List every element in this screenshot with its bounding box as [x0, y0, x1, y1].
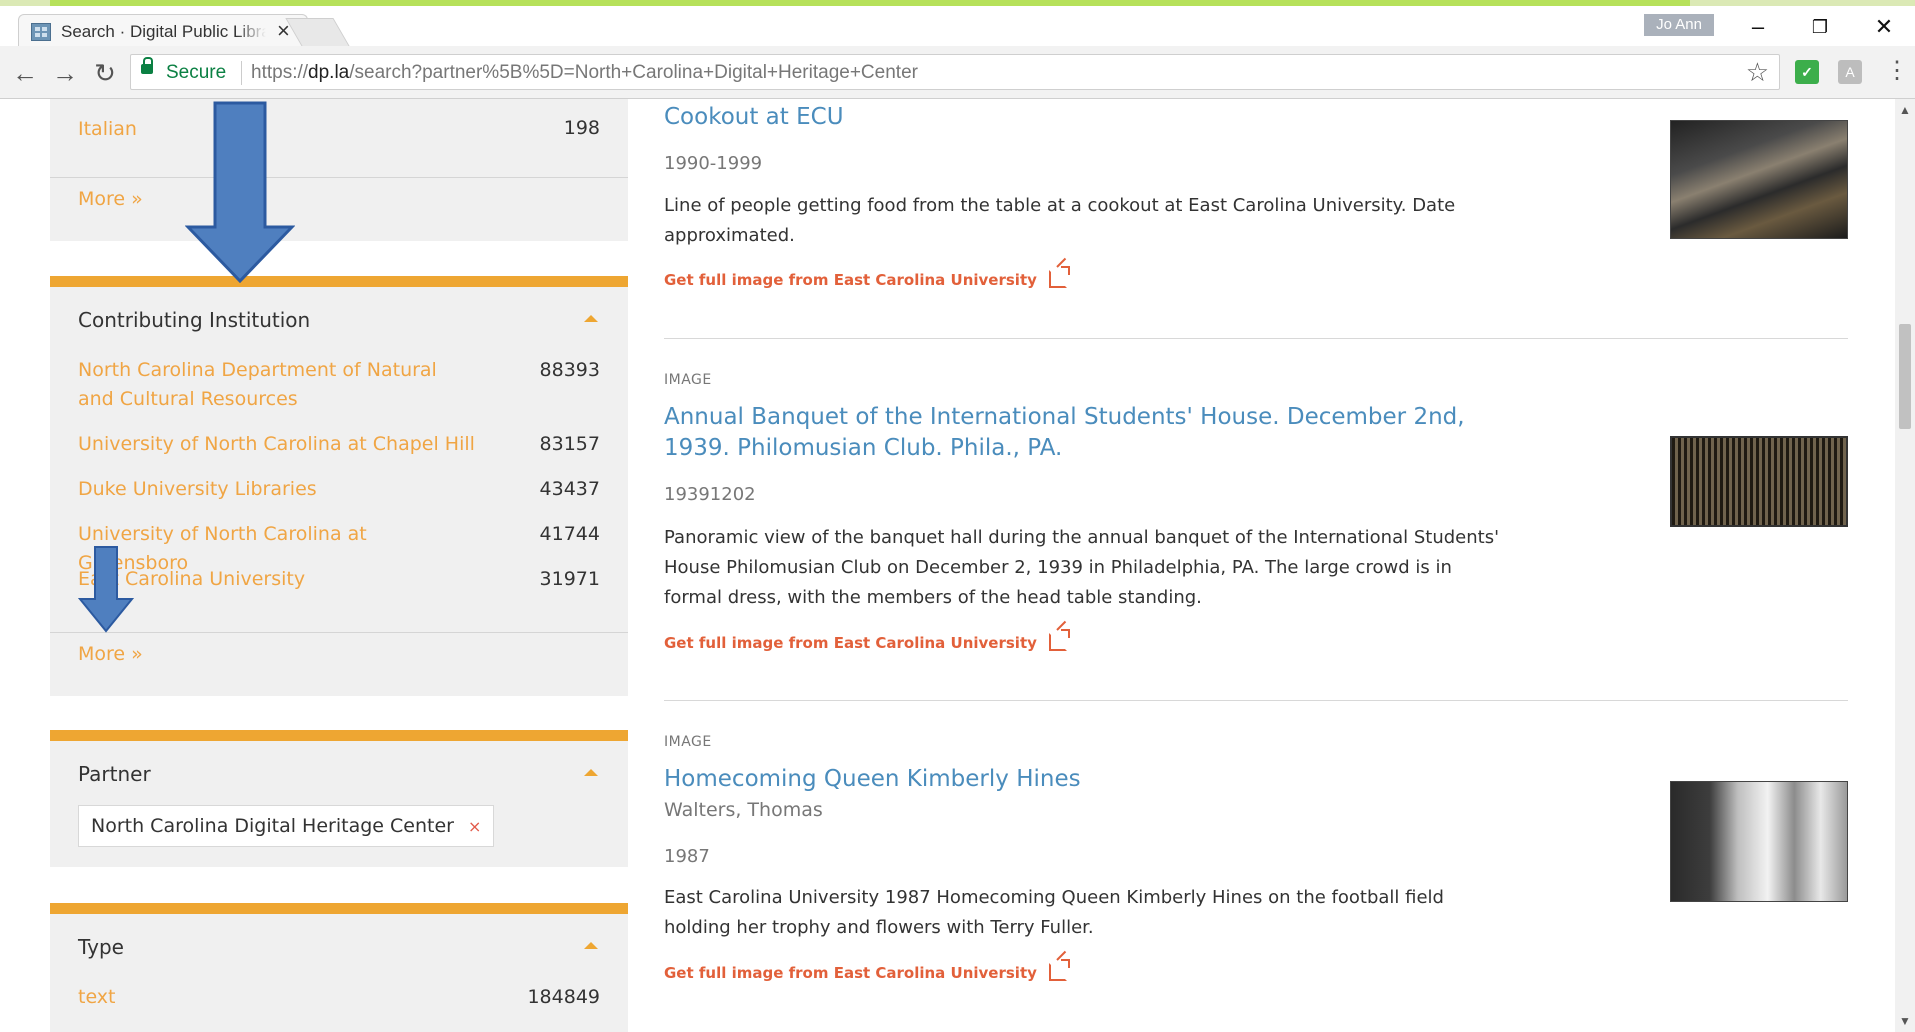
more-institutions-link[interactable]: More »	[78, 643, 143, 665]
search-result: IMAGE Homecoming Queen Kimberly Hines Wa…	[664, 701, 1848, 1032]
url-text: https://dp.la/search?partner%5B%5D=North…	[251, 62, 918, 84]
tab-title: Search · Digital Public Library of Ameri…	[61, 22, 266, 42]
bookmark-star-icon[interactable]: ☆	[1746, 57, 1769, 88]
result-date: 1987	[664, 846, 710, 867]
external-link-icon	[1048, 959, 1070, 981]
reload-icon[interactable]: ↻	[90, 58, 120, 89]
page-content: Italian 198 More » Contributing Institut…	[0, 99, 1895, 1032]
result-description: Line of people getting food from the tab…	[664, 195, 1456, 246]
collapse-caret-icon[interactable]	[584, 942, 598, 949]
result-title-link[interactable]: Annual Banquet of the International Stud…	[664, 402, 1494, 464]
facet-type: Type text 184849	[50, 903, 628, 1032]
facet-partner: Partner North Carolina Digital Heritage …	[50, 730, 628, 867]
profile-badge[interactable]: Jo Ann	[1644, 14, 1714, 36]
facet-item-ncdncr[interactable]: North Carolina Department of Natural and…	[78, 356, 458, 414]
link-label: Get full image from East Carolina Univer…	[664, 634, 1037, 652]
browser-tab-active[interactable]: Search · Digital Public Library of Ameri…	[18, 14, 308, 46]
page-scrollbar[interactable]: ▲ ▼	[1895, 99, 1915, 1032]
url-scheme: https://	[251, 62, 309, 83]
collapse-caret-icon[interactable]	[584, 315, 598, 322]
extension-evernote-icon[interactable]: ✓	[1795, 60, 1819, 84]
get-full-image-link[interactable]: Get full image from East Carolina Univer…	[664, 266, 1070, 289]
facet-divider	[50, 632, 628, 633]
url-input[interactable]: Secure https://dp.la/search?partner%5B%5…	[130, 54, 1780, 90]
close-window-button[interactable]: ✕	[1864, 14, 1904, 40]
small-down-arrow-icon	[78, 546, 134, 633]
facet-count: 31971	[539, 568, 600, 590]
get-full-image-link[interactable]: Get full image from East Carolina Univer…	[664, 629, 1070, 652]
facet-item-duke[interactable]: Duke University Libraries	[78, 475, 478, 504]
facet-count: 198	[563, 117, 600, 139]
large-down-arrow-icon	[185, 101, 295, 283]
link-label: Get full image from East Carolina Univer…	[664, 271, 1037, 289]
result-date: 19391202	[664, 484, 756, 505]
scroll-down-icon[interactable]: ▼	[1895, 1014, 1915, 1028]
forward-arrow-icon[interactable]: →	[50, 58, 80, 89]
facet-count: 83157	[539, 433, 600, 455]
result-creator: Walters, Thomas	[664, 799, 823, 821]
back-arrow-icon[interactable]: ←	[10, 58, 40, 89]
result-description: Panoramic view of the banquet hall durin…	[664, 527, 1500, 608]
result-title-link[interactable]: Cookout at ECU	[664, 102, 1494, 133]
chip-label: North Carolina Digital Heritage Center	[91, 815, 454, 837]
tab-strip: Search · Digital Public Library of Ameri…	[0, 6, 1915, 48]
scroll-up-icon[interactable]: ▲	[1895, 103, 1915, 117]
secure-label: Secure	[166, 62, 227, 83]
facet-language: Italian 198 More »	[50, 99, 628, 241]
link-label: Get full image from East Carolina Univer…	[664, 964, 1037, 982]
search-result: Cookout at ECU 1990-1999 Line of people …	[664, 99, 1848, 339]
omnibox-separator	[241, 61, 242, 85]
facet-count: 184849	[527, 986, 600, 1008]
facet-item-unc-chapel-hill[interactable]: University of North Carolina at Chapel H…	[78, 430, 478, 459]
external-link-icon	[1048, 266, 1070, 288]
facet-title[interactable]: Partner	[78, 762, 151, 786]
result-thumbnail[interactable]	[1670, 436, 1848, 527]
url-path: /search?partner%5B%5D=North+Carolina+Dig…	[349, 62, 918, 83]
address-bar: ← → ↻ Secure https://dp.la/search?partne…	[0, 46, 1915, 99]
restore-button[interactable]: ❐	[1800, 17, 1840, 38]
result-thumbnail[interactable]	[1670, 781, 1848, 902]
search-result: IMAGE Annual Banquet of the Internationa…	[664, 339, 1848, 701]
facet-count: 88393	[539, 359, 600, 381]
get-full-image-link[interactable]: Get full image from East Carolina Univer…	[664, 959, 1070, 982]
more-languages-link[interactable]: More »	[78, 188, 143, 210]
result-title-link[interactable]: Homecoming Queen Kimberly Hines	[664, 764, 1494, 795]
facet-count: 41744	[539, 523, 600, 545]
collapse-caret-icon[interactable]	[584, 769, 598, 776]
result-date: 1990-1999	[664, 153, 763, 174]
lock-icon	[141, 57, 153, 74]
dpla-favicon-icon	[31, 23, 51, 41]
facet-title[interactable]: Type	[78, 935, 124, 959]
result-description: East Carolina University 1987 Homecoming…	[664, 887, 1444, 938]
facet-contributing-institution: Contributing Institution North Carolina …	[50, 276, 628, 696]
facet-title[interactable]: Contributing Institution	[78, 308, 310, 332]
minimize-button[interactable]: –	[1738, 14, 1778, 40]
result-type-label: IMAGE	[664, 372, 712, 388]
remove-filter-icon[interactable]: ×	[468, 817, 481, 836]
facet-item-east-carolina[interactable]: East Carolina University	[78, 565, 478, 594]
scrollbar-thumb[interactable]	[1899, 324, 1911, 429]
facet-item-text[interactable]: text	[78, 983, 478, 1012]
facet-divider	[50, 177, 628, 178]
url-host: dp.la	[308, 62, 350, 83]
external-link-icon	[1048, 629, 1070, 651]
extension-a-icon[interactable]: A	[1838, 60, 1862, 84]
browser-menu-icon[interactable]: ⋮	[1885, 56, 1909, 85]
facet-count: 43437	[539, 478, 600, 500]
selected-partner-chip: North Carolina Digital Heritage Center ×	[78, 805, 495, 847]
result-thumbnail[interactable]	[1670, 120, 1848, 239]
result-type-label: IMAGE	[664, 734, 712, 750]
